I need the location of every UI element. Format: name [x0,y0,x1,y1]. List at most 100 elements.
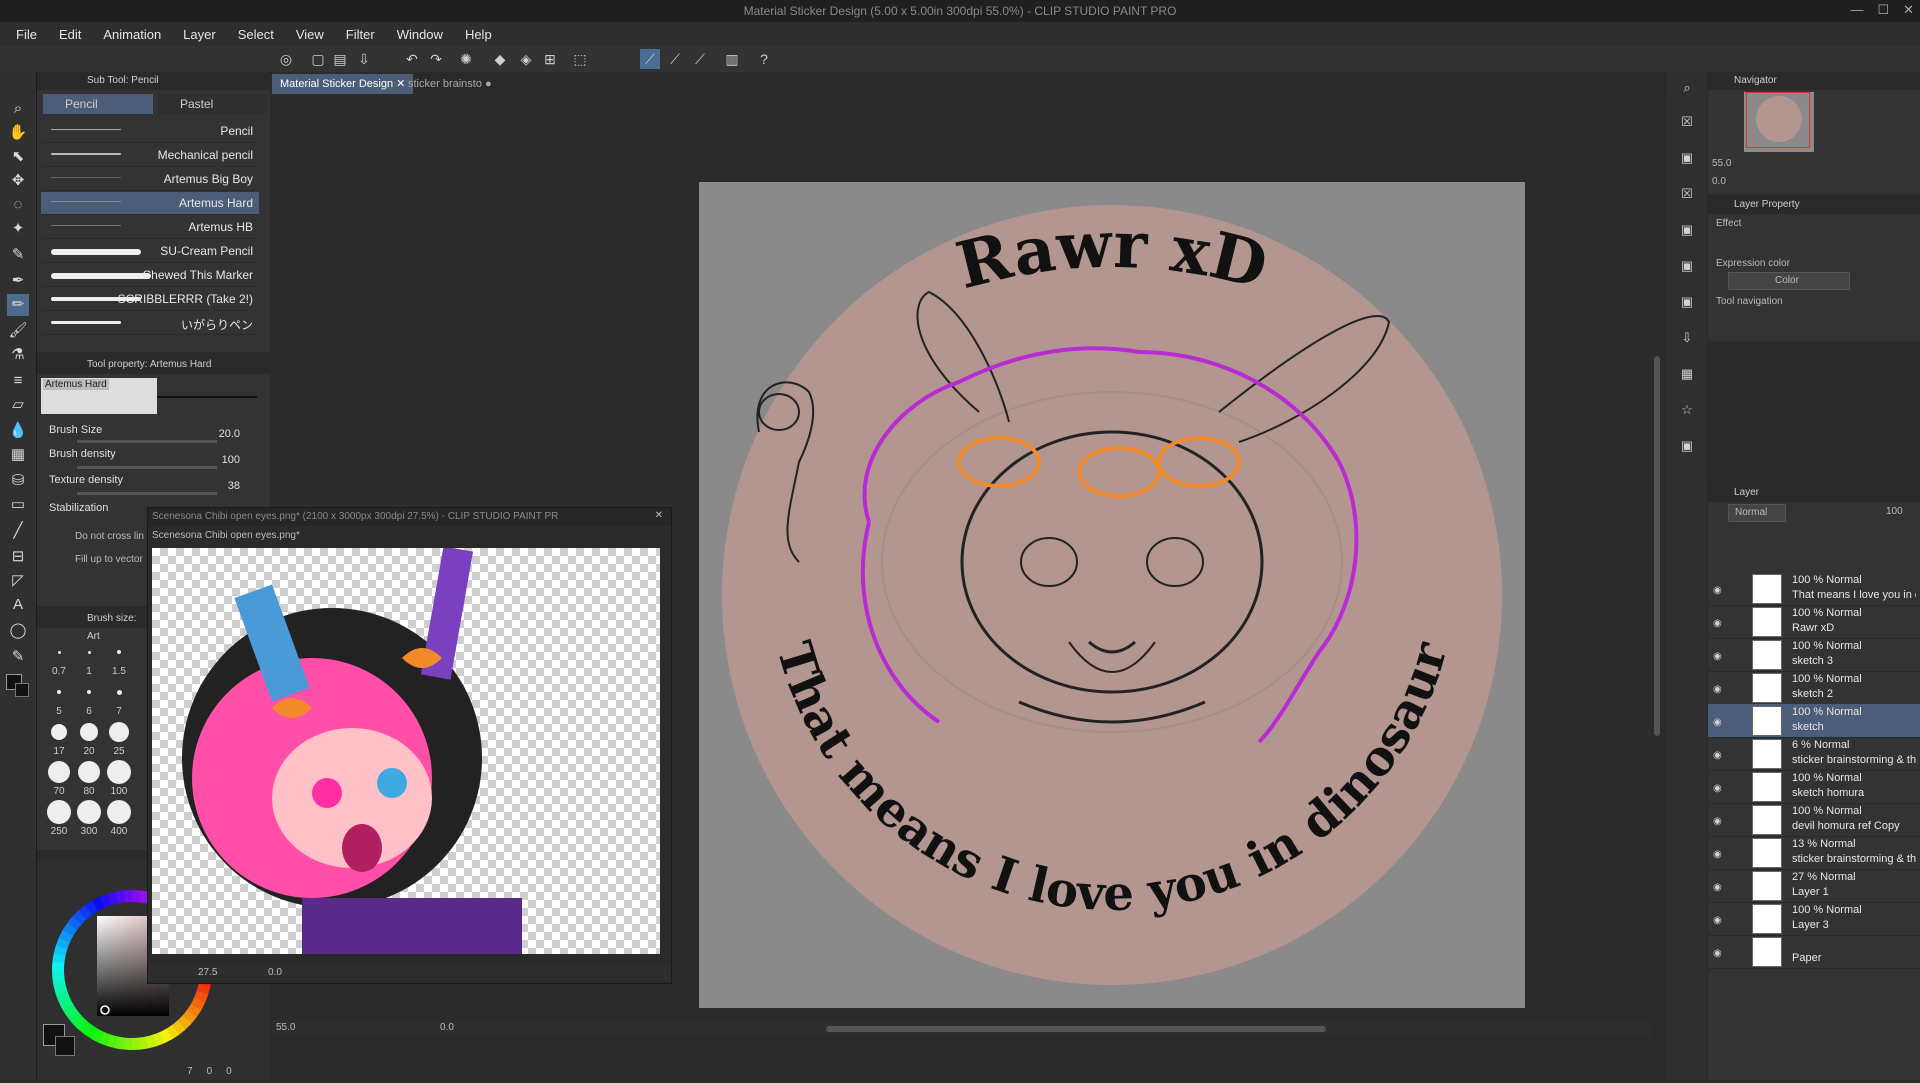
brush-density-slider[interactable] [77,466,217,469]
brush-icon[interactable]: 🖌 [7,320,29,342]
menu-select[interactable]: Select [238,27,274,42]
layer-row[interactable]: ◉ 100 % Normal sketch [1708,704,1920,738]
brush-size-preset[interactable] [107,800,131,824]
star-icon[interactable]: ☆ [1677,400,1697,420]
transform-icon[interactable]: ◈ [516,49,536,69]
eye-icon[interactable]: ◉ [1713,585,1725,596]
subwindow-angle[interactable]: 0.0 [268,967,282,978]
move-icon[interactable]: ✥ [7,170,29,192]
eye-icon[interactable]: ◉ [1713,816,1725,827]
brush-size-preset[interactable] [116,689,122,695]
texture-density-value[interactable]: 38 [228,480,240,492]
brush-size-preset[interactable] [51,724,67,740]
loading-icon[interactable]: ✺ [456,49,476,69]
undo-icon[interactable]: ↶ [402,49,422,69]
eye-icon[interactable]: ◉ [1713,849,1725,860]
ruler-snap-icon[interactable]: ⟋ [690,49,710,69]
brush-size-preset[interactable] [47,800,71,824]
do-not-cross-label[interactable]: Do not cross lin [75,531,144,542]
brush-size-preset[interactable] [77,800,101,824]
eyedropper-icon[interactable]: ✎ [7,244,29,266]
redo-icon[interactable]: ↷ [426,49,446,69]
layer-row[interactable]: ◉ 6 % Normal sticker brainstorming & thumb… [1708,737,1920,771]
open-file-icon[interactable]: ▤ [330,49,350,69]
pen-icon[interactable]: ✒ [7,270,29,292]
material-icon[interactable]: ▣ [1677,148,1697,168]
eye-icon[interactable]: ◉ [1713,618,1725,629]
brush-size-preset[interactable] [48,761,70,783]
canvas-zoom[interactable]: 55.0 [276,1022,295,1033]
brush-item[interactable]: Artemus HB [41,216,259,239]
eye-icon[interactable]: ◉ [1713,750,1725,761]
snap-icon[interactable]: ⟋ [665,49,685,69]
chibi-preview[interactable] [152,546,660,954]
lasso-icon[interactable]: ◌ [7,194,29,216]
blend-icon[interactable]: 💧 [7,420,29,442]
layer-opacity[interactable]: 100 [1886,506,1903,517]
layer-row[interactable]: ◉ 100 % Normal Rawr xD [1708,605,1920,639]
brush-item[interactable]: SU-Cream Pencil [41,240,259,263]
tab-material-sticker[interactable]: Material Sticker Design ✕ [272,74,414,94]
expression-color-select[interactable]: Color [1728,272,1850,290]
layer-row[interactable]: ◉ Paper [1708,935,1920,969]
eye-icon[interactable]: ◉ [1713,882,1725,893]
crop-icon[interactable]: ⊞ [540,49,560,69]
material-icon[interactable]: ▣ [1677,292,1697,312]
menu-filter[interactable]: Filter [346,27,375,42]
layer-row[interactable]: ◉ 27 % Normal Layer 1 [1708,869,1920,903]
brush-size-preset[interactable] [87,690,91,694]
material-icon[interactable]: ▥ [722,49,742,69]
layer-row[interactable]: ◉ 100 % Normal Layer 3 [1708,902,1920,936]
download-icon[interactable]: ⇩ [1677,328,1697,348]
ruler-icon[interactable]: ◸ [7,570,29,592]
menu-window[interactable]: Window [397,27,443,42]
tab-pastel[interactable]: Pastel [158,94,268,114]
bucket-icon[interactable]: ⛁ [7,470,29,492]
menu-view[interactable]: View [296,27,324,42]
navigator-preview[interactable] [1744,92,1814,152]
stabilize-icon[interactable]: ⟋ [640,49,660,69]
brush-size-preset[interactable] [80,723,98,741]
brush-item[interactable]: Mechanical pencil [41,144,259,167]
tab-pencil[interactable]: Pencil [43,94,153,114]
brush-size-preset[interactable] [117,650,121,654]
eraser-icon[interactable]: ▱ [7,394,29,416]
subwindow-zoom[interactable]: 27.5 [198,967,217,978]
brush-density-value[interactable]: 100 [222,454,240,466]
zoom-icon[interactable]: ⌕ [7,98,29,120]
airbrush-icon[interactable]: ⚗ [7,344,29,366]
magic-wand-icon[interactable]: ✦ [7,218,29,240]
eye-icon[interactable]: ◉ [1713,915,1725,926]
decoration-icon[interactable]: ≡ [7,370,29,392]
menu-help[interactable]: Help [465,27,492,42]
figure-icon[interactable]: ╱ [7,520,29,542]
material-icon[interactable]: ☒ [1677,184,1697,204]
search-icon[interactable]: ⌕ [1677,78,1697,98]
material-icon[interactable]: ▦ [1677,364,1697,384]
fill-up-label[interactable]: Fill up to vector [75,554,143,565]
pencil-icon[interactable]: ✏ [7,294,29,316]
correct-line-icon[interactable]: ✎ [7,646,29,668]
tab-sticker-brainstorming[interactable]: sticker brainsto ● [400,74,500,94]
canvas-artboard[interactable]: Rawr xD That means I love you in dinosau… [699,182,1525,1008]
brush-item-selected[interactable]: Artemus Hard [41,192,259,215]
brush-size-preset[interactable] [57,650,61,654]
menu-layer[interactable]: Layer [183,27,216,42]
layer-row[interactable]: ◉ 100 % Normal sketch 2 [1708,671,1920,705]
brush-item[interactable]: Pencil [41,120,259,143]
brush-item[interactable]: Artemus Big Boy [41,168,259,191]
eye-icon[interactable]: ◉ [1713,684,1725,695]
deselect-icon[interactable]: ⬚ [570,49,590,69]
material-icon[interactable]: ☒ [1677,112,1697,132]
subwindow-close-icon[interactable]: ✕ [655,510,663,521]
eye-icon[interactable]: ◉ [1713,948,1725,959]
frame-icon[interactable]: ⊟ [7,546,29,568]
menu-file[interactable]: File [16,27,37,42]
fill-icon[interactable]: ▦ [7,444,29,466]
layer-row[interactable]: ◉ 100 % Normal sketch homura [1708,770,1920,804]
navigator-angle[interactable]: 0.0 [1712,176,1726,187]
eye-icon[interactable]: ◉ [1713,717,1725,728]
layer-row[interactable]: ◉ 100 % Normal sketch 3 [1708,638,1920,672]
menu-edit[interactable]: Edit [59,27,81,42]
vertical-scrollbar[interactable] [1652,96,1662,1016]
